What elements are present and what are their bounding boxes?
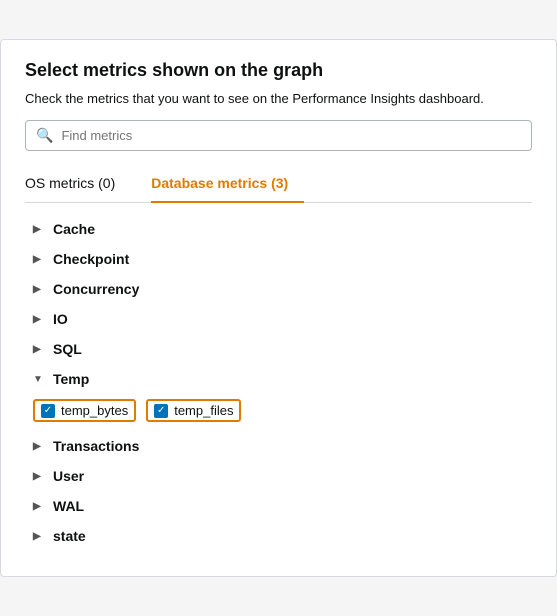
group-io-label: IO: [53, 311, 68, 327]
arrow-user-icon: ▶: [33, 471, 45, 482]
arrow-checkpoint-icon: ▶: [33, 254, 45, 265]
group-temp-header[interactable]: ▼ Temp: [25, 365, 532, 393]
modal-title: Select metrics shown on the graph: [25, 60, 532, 81]
group-checkpoint: ▶ Checkpoint: [25, 245, 532, 273]
metric-temp-files: temp_files: [146, 399, 241, 422]
group-concurrency-label: Concurrency: [53, 281, 139, 297]
group-temp: ▼ Temp temp_bytes temp_files: [25, 365, 532, 430]
group-wal-header[interactable]: ▶ WAL: [25, 492, 532, 520]
group-sql: ▶ SQL: [25, 335, 532, 363]
tab-database-metrics[interactable]: Database metrics (3): [151, 167, 304, 203]
metrics-list: ▶ Cache ▶ Checkpoint ▶ Concurrency ▶ IO: [25, 215, 532, 550]
group-wal: ▶ WAL: [25, 492, 532, 520]
checkbox-temp-bytes[interactable]: [41, 404, 55, 418]
group-checkpoint-header[interactable]: ▶ Checkpoint: [25, 245, 532, 273]
group-io-header[interactable]: ▶ IO: [25, 305, 532, 333]
group-io: ▶ IO: [25, 305, 532, 333]
arrow-wal-icon: ▶: [33, 501, 45, 512]
group-transactions-label: Transactions: [53, 438, 139, 454]
arrow-temp-icon: ▼: [33, 374, 45, 385]
group-temp-label: Temp: [53, 371, 89, 387]
group-state: ▶ state: [25, 522, 532, 550]
arrow-io-icon: ▶: [33, 314, 45, 325]
group-state-label: state: [53, 528, 86, 544]
group-state-header[interactable]: ▶ state: [25, 522, 532, 550]
group-transactions-header[interactable]: ▶ Transactions: [25, 432, 532, 460]
group-transactions: ▶ Transactions: [25, 432, 532, 460]
group-wal-label: WAL: [53, 498, 84, 514]
arrow-transactions-icon: ▶: [33, 441, 45, 452]
group-cache-label: Cache: [53, 221, 95, 237]
label-temp-files: temp_files: [174, 403, 233, 418]
label-temp-bytes: temp_bytes: [61, 403, 128, 418]
group-sql-header[interactable]: ▶ SQL: [25, 335, 532, 363]
group-concurrency: ▶ Concurrency: [25, 275, 532, 303]
group-cache-header[interactable]: ▶ Cache: [25, 215, 532, 243]
group-user-header[interactable]: ▶ User: [25, 462, 532, 490]
modal-description: Check the metrics that you want to see o…: [25, 91, 532, 106]
group-cache: ▶ Cache: [25, 215, 532, 243]
arrow-cache-icon: ▶: [33, 224, 45, 235]
group-concurrency-header[interactable]: ▶ Concurrency: [25, 275, 532, 303]
group-user: ▶ User: [25, 462, 532, 490]
search-input[interactable]: [61, 128, 521, 143]
group-temp-children: temp_bytes temp_files: [25, 393, 532, 430]
tab-os-metrics[interactable]: OS metrics (0): [25, 167, 131, 203]
select-metrics-modal: Select metrics shown on the graph Check …: [0, 39, 557, 577]
group-checkpoint-label: Checkpoint: [53, 251, 129, 267]
arrow-state-icon: ▶: [33, 531, 45, 542]
group-user-label: User: [53, 468, 84, 484]
search-box: 🔍: [25, 120, 532, 151]
arrow-concurrency-icon: ▶: [33, 284, 45, 295]
arrow-sql-icon: ▶: [33, 344, 45, 355]
metric-temp-bytes: temp_bytes: [33, 399, 136, 422]
search-icon: 🔍: [36, 127, 53, 144]
tabs-container: OS metrics (0) Database metrics (3): [25, 167, 532, 203]
group-sql-label: SQL: [53, 341, 82, 357]
checkbox-temp-files[interactable]: [154, 404, 168, 418]
